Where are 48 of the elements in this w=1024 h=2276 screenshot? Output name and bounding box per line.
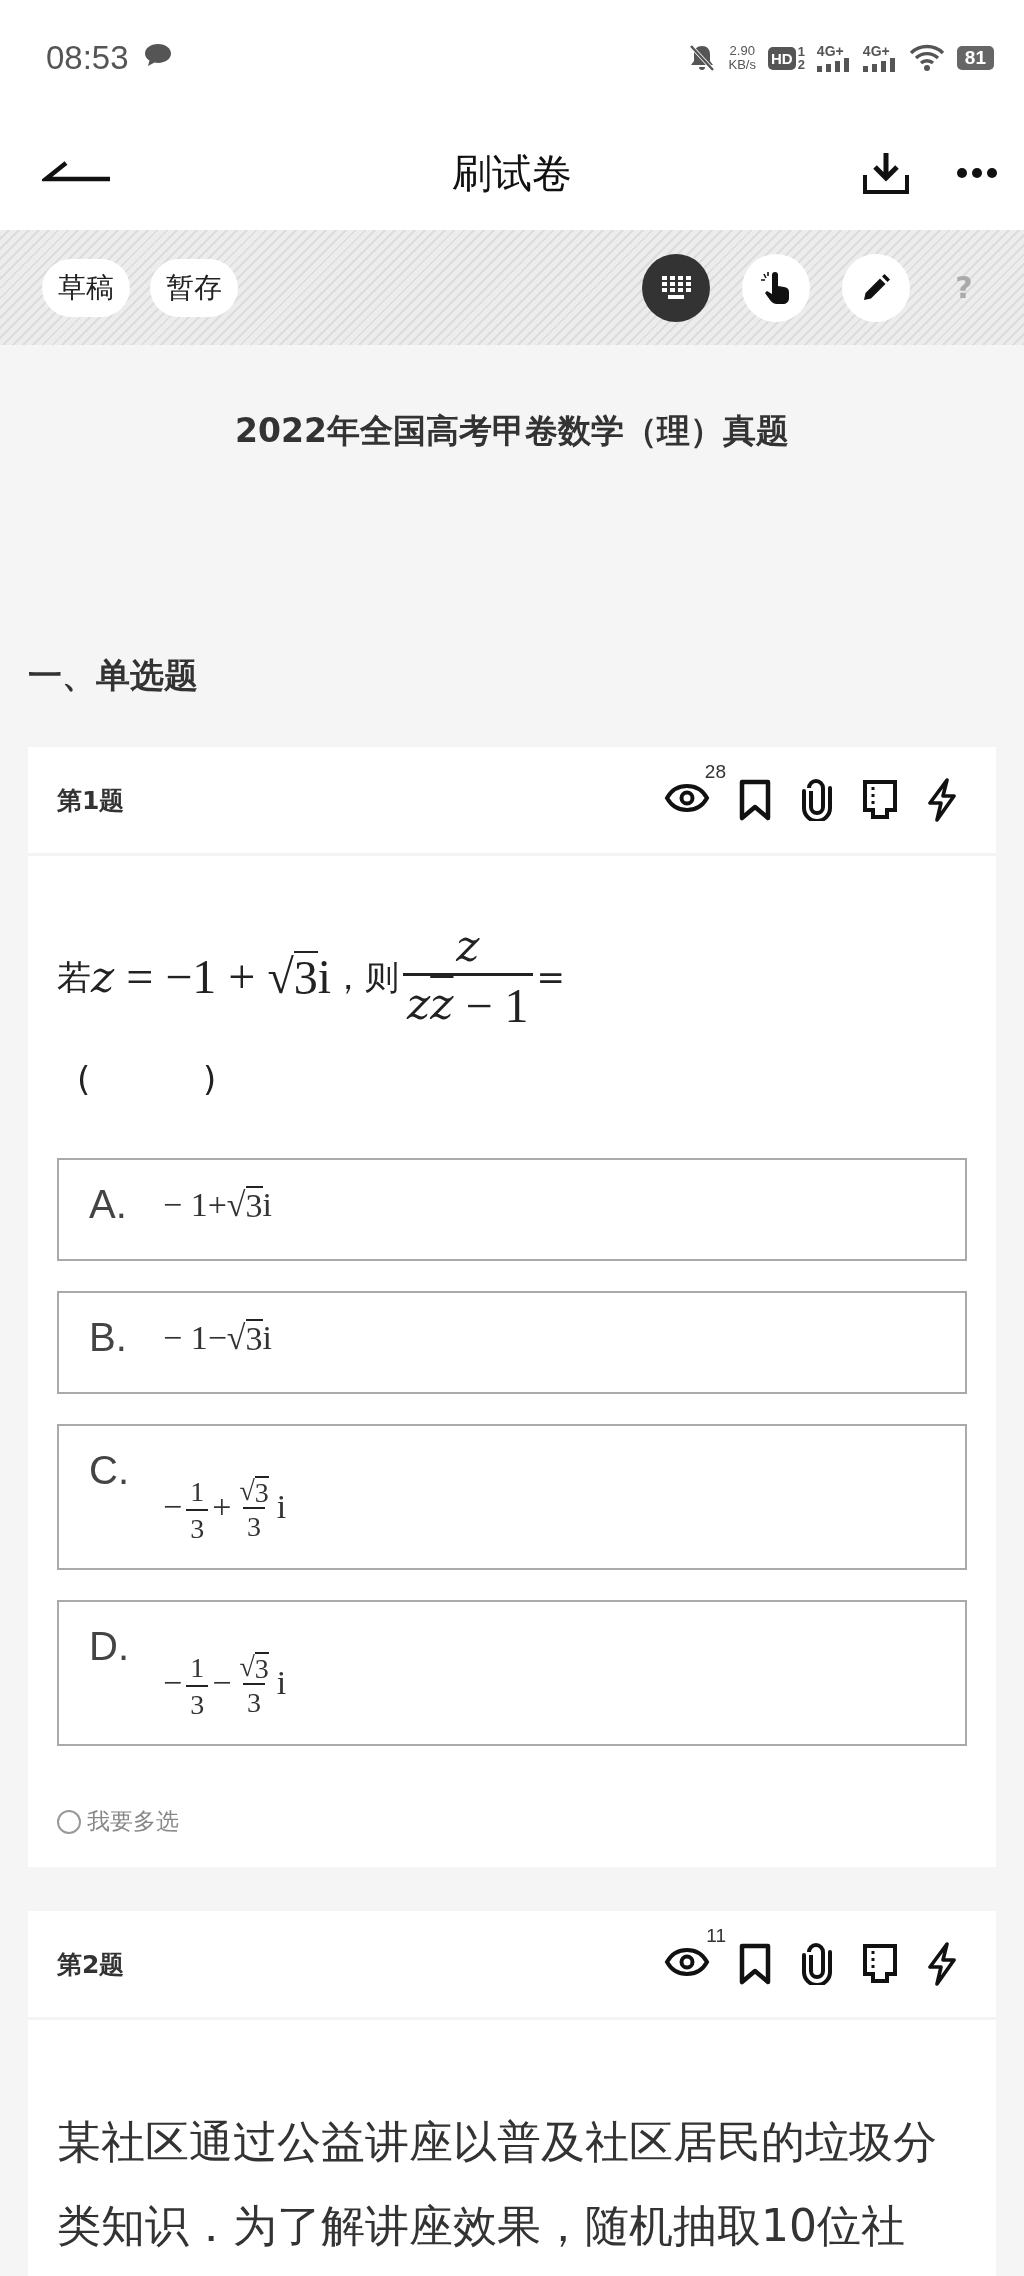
- paper-title: 2022年全国高考甲卷数学（理）真题: [234, 410, 790, 452]
- more-icon[interactable]: [956, 167, 998, 179]
- sim-number: 2: [797, 58, 805, 71]
- question-number: 第1题: [57, 784, 125, 817]
- paperclip-icon[interactable]: [800, 779, 834, 821]
- bookmark-icon[interactable]: [738, 779, 772, 821]
- answer-option[interactable]: A. − 1+√3i: [57, 1158, 967, 1261]
- answer-option[interactable]: B. − 1−√3i: [57, 1291, 967, 1394]
- signal-icon: [862, 58, 897, 72]
- eye-icon[interactable]: [664, 783, 710, 813]
- bookmark-icon[interactable]: [738, 1943, 772, 1985]
- eye-icon[interactable]: [664, 1947, 710, 1977]
- network-type: 4G+: [816, 44, 844, 58]
- section-heading: 一、单选题: [28, 654, 199, 697]
- note-icon[interactable]: [862, 779, 898, 821]
- hd-badge: HD: [767, 46, 796, 70]
- answer-blank: ( ): [77, 1058, 218, 1101]
- view-count: 11: [706, 1925, 726, 1947]
- question-text: 某社区通过公益讲座以普及社区居民的垃圾分类知识．为了解讲座效果，随机抽取10位社: [57, 2115, 938, 2253]
- keyboard-tool-button[interactable]: [642, 253, 710, 322]
- lightning-icon[interactable]: [926, 1942, 958, 1986]
- question-text: 若z = −1 + √3i，则 z zz − 1 =: [57, 918, 967, 1036]
- battery-icon: 81: [956, 46, 994, 70]
- download-icon[interactable]: [862, 151, 910, 195]
- page-title: 刷试卷: [452, 148, 572, 198]
- hand-pointer-icon: [760, 270, 792, 305]
- lightning-icon[interactable]: [926, 778, 958, 822]
- status-time: 08:53: [46, 39, 129, 77]
- paperclip-icon[interactable]: [800, 1943, 834, 1985]
- keyboard-icon: [660, 273, 692, 302]
- muted-bell-icon: [688, 43, 717, 73]
- note-icon[interactable]: [862, 1943, 898, 1985]
- network-speed: 2.90: [729, 44, 755, 58]
- multi-select-label[interactable]: 我要多选: [87, 1806, 179, 1837]
- question-number: 第2题: [57, 1948, 125, 1981]
- toolbar-button[interactable]: 草稿: [42, 258, 130, 317]
- touch-tool-button[interactable]: [742, 253, 810, 322]
- wifi-icon: [908, 44, 945, 72]
- pen-tool-button[interactable]: [842, 253, 910, 322]
- multi-select-radio[interactable]: [57, 1809, 81, 1834]
- signal-icon: [816, 58, 851, 72]
- sim-number: 1: [797, 45, 805, 58]
- view-count: 28: [704, 761, 726, 783]
- network-type: 4G+: [862, 44, 890, 58]
- toolbar-button[interactable]: 暂存: [150, 258, 238, 317]
- network-unit: KB/s: [728, 58, 756, 72]
- chat-bubble-icon: [142, 42, 173, 68]
- pencil-icon: [861, 272, 891, 303]
